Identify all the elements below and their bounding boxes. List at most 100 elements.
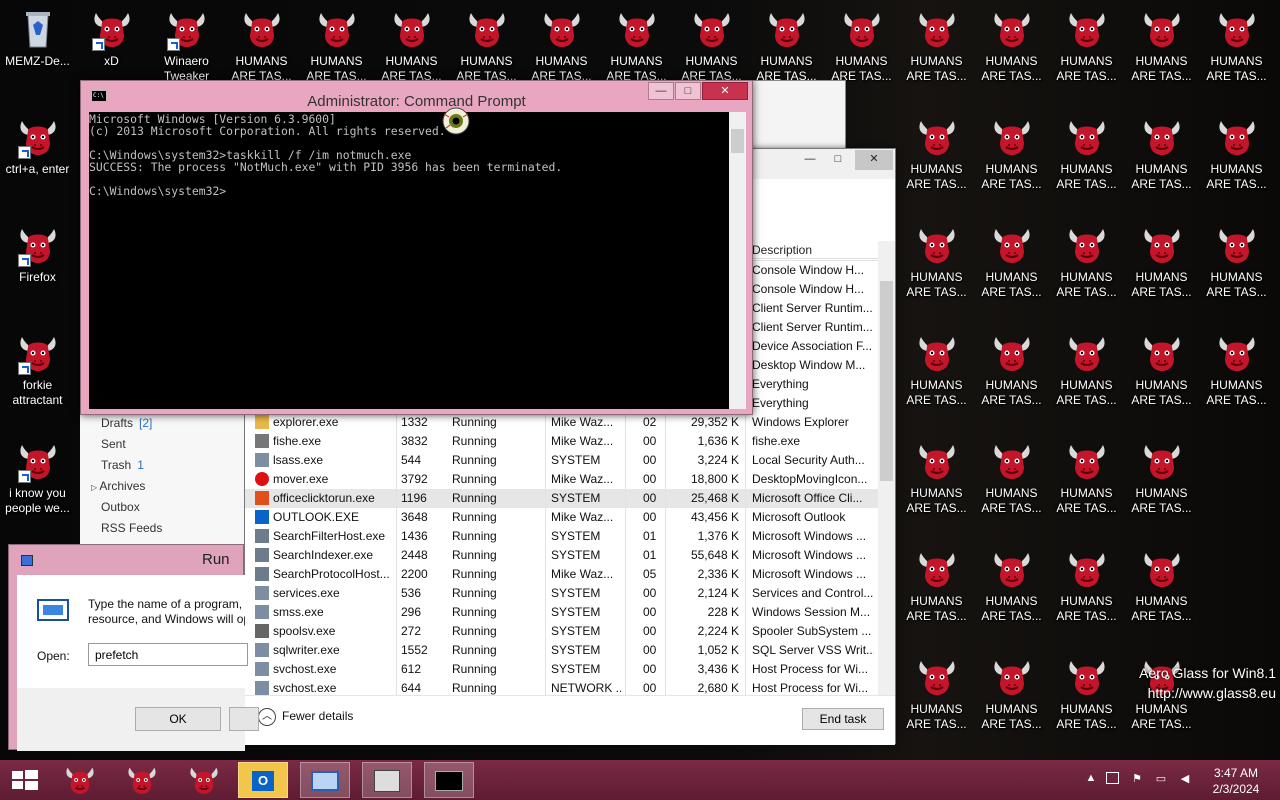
clock[interactable]: 3:47 AM 2/3/2024 xyxy=(1206,765,1266,797)
taskbar-command-prompt-icon[interactable] xyxy=(424,762,474,798)
folder-item[interactable]: ▷ Archives xyxy=(91,479,153,493)
desktop-icon-humans[interactable]: HUMANS ARE TAS... xyxy=(1199,115,1274,192)
desktop-icon-humans[interactable]: HUMANS ARE TAS... xyxy=(899,655,974,732)
desktop-icon[interactable]: Winaero Tweaker xyxy=(149,7,224,84)
scrollbar-thumb[interactable] xyxy=(880,281,893,481)
folder-item[interactable]: Trash 1 xyxy=(101,458,144,472)
table-row[interactable]: officeclicktorun.exe 1196 Running SYSTEM 00 2… xyxy=(245,489,883,508)
folder-item[interactable]: Outbox xyxy=(101,500,146,514)
taskbar-run-dialog-icon[interactable] xyxy=(300,762,350,798)
minimize-button[interactable]: — xyxy=(648,82,674,100)
desktop-icon-humans[interactable]: HUMANS ARE TAS... xyxy=(1049,115,1124,192)
desktop-icon-humans[interactable]: HUMANS ARE TAS... xyxy=(599,7,674,84)
desktop-icon-humans[interactable]: HUMANS ARE TAS... xyxy=(1124,331,1199,408)
maximize-button[interactable]: □ xyxy=(825,150,851,170)
close-button[interactable]: ✕ xyxy=(855,150,893,170)
desktop-icon[interactable]: Firefox xyxy=(0,223,75,285)
desktop-icon-humans[interactable]: HUMANS ARE TAS... xyxy=(299,7,374,84)
desktop-icon-humans[interactable]: HUMANS ARE TAS... xyxy=(974,223,1049,300)
desktop-icon-humans[interactable]: HUMANS ARE TAS... xyxy=(449,7,524,84)
desktop-icon-humans[interactable]: HUMANS ARE TAS... xyxy=(899,331,974,408)
desktop-icon-humans[interactable]: HUMANS ARE TAS... xyxy=(899,7,974,84)
console-output[interactable]: Microsoft Windows [Version 6.3.9600] (c)… xyxy=(89,112,746,409)
desktop-icon-humans[interactable]: HUMANS ARE TAS... xyxy=(824,7,899,84)
desktop-icon-humans[interactable]: HUMANS ARE TAS... xyxy=(1124,439,1199,516)
desktop-icon-humans[interactable]: HUMANS ARE TAS... xyxy=(974,115,1049,192)
scrollbar-thumb[interactable] xyxy=(731,129,744,153)
desktop-icon-humans[interactable]: HUMANS ARE TAS... xyxy=(899,547,974,624)
desktop-icon-humans[interactable]: HUMANS ARE TAS... xyxy=(374,7,449,84)
taskbar-bull-app-3-icon[interactable] xyxy=(179,762,229,798)
desktop-icon[interactable]: i know you people we... xyxy=(0,439,75,516)
table-row[interactable]: SearchIndexer.exe 2448 Running SYSTEM 01 55,6… xyxy=(245,546,883,565)
desktop-icon[interactable]: MEMZ-De... xyxy=(0,7,75,69)
close-button[interactable]: ✕ xyxy=(702,82,748,100)
folder-item[interactable]: Sent xyxy=(101,437,132,451)
open-input[interactable] xyxy=(88,643,248,666)
desktop-icon-humans[interactable]: HUMANS ARE TAS... xyxy=(974,439,1049,516)
table-row[interactable]: SearchFilterHost.exe 1436 Running SYSTEM 01 1… xyxy=(245,527,883,546)
table-row[interactable]: explorer.exe 1332 Running Mike Waz... 02 29,3… xyxy=(245,413,883,432)
desktop-icon-humans[interactable]: HUMANS ARE TAS... xyxy=(1199,331,1274,408)
desktop-icon-humans[interactable]: HUMANS ARE TAS... xyxy=(974,331,1049,408)
desktop-icon-humans[interactable]: HUMANS ARE TAS... xyxy=(899,115,974,192)
desktop-icon-humans[interactable]: HUMANS ARE TAS... xyxy=(974,547,1049,624)
run-dialog[interactable]: Run Type the name of a program, f resour… xyxy=(8,544,259,751)
table-row[interactable]: mover.exe 3792 Running Mike Waz... 00 18,800 … xyxy=(245,470,883,489)
desktop-icon-humans[interactable]: HUMANS ARE TAS... xyxy=(1049,655,1124,732)
maximize-button[interactable]: □ xyxy=(675,82,701,100)
taskbar-start-icon[interactable] xyxy=(0,762,50,798)
table-row[interactable]: sqlwriter.exe 1552 Running SYSTEM 00 1,052 K S… xyxy=(245,641,883,660)
desktop-icon-humans[interactable]: HUMANS ARE TAS... xyxy=(1124,7,1199,84)
show-hidden-icons-icon[interactable]: ▲ xyxy=(1084,772,1098,786)
desktop-icon-humans[interactable]: HUMANS ARE TAS... xyxy=(899,223,974,300)
desktop-icon-humans[interactable]: HUMANS ARE TAS... xyxy=(749,7,824,84)
desktop-icon-humans[interactable]: HUMANS ARE TAS... xyxy=(1049,223,1124,300)
table-row[interactable]: fishe.exe 3832 Running Mike Waz... 00 1,636 K… xyxy=(245,432,883,451)
folder-item[interactable]: RSS Feeds xyxy=(101,521,168,535)
desktop-icon-humans[interactable]: HUMANS ARE TAS... xyxy=(1124,547,1199,624)
desktop-icon-humans[interactable]: HUMANS ARE TAS... xyxy=(899,439,974,516)
cancel-button[interactable] xyxy=(229,707,259,731)
table-row[interactable]: SearchProtocolHost... 2200 Running Mike Waz… xyxy=(245,565,883,584)
command-prompt-window[interactable]: C:\ Administrator: Command Prompt — □ ✕ … xyxy=(80,80,753,415)
ok-button[interactable]: OK xyxy=(135,707,221,731)
taskbar-bull-app-1-icon[interactable] xyxy=(55,762,105,798)
desktop-icon-humans[interactable]: HUMANS ARE TAS... xyxy=(674,7,749,84)
desktop-icon-humans[interactable]: HUMANS ARE TAS... xyxy=(974,7,1049,84)
console-text[interactable]: Microsoft Windows [Version 6.3.9600] (c)… xyxy=(89,113,729,197)
network-icon[interactable] xyxy=(1106,772,1119,784)
end-task-button[interactable]: End task xyxy=(802,708,884,730)
vertical-scrollbar[interactable] xyxy=(729,112,746,409)
volume-muted-icon[interactable]: ◀ xyxy=(1178,772,1192,786)
action-center-flag-icon[interactable]: ⚑ xyxy=(1130,772,1144,786)
fewer-details-button[interactable]: ︿ Fewer details xyxy=(258,708,353,726)
table-row[interactable]: services.exe 536 Running SYSTEM 00 2,124 K Ser… xyxy=(245,584,883,603)
desktop-icon[interactable]: forkie attractant xyxy=(0,331,75,408)
desktop-icon[interactable]: xD xyxy=(74,7,149,69)
taskbar-bull-app-2-icon[interactable] xyxy=(117,762,167,798)
desktop-icon[interactable]: ctrl+a, enter xyxy=(0,115,75,177)
column-header-description[interactable]: Description xyxy=(752,243,812,257)
desktop-icon-humans[interactable]: HUMANS ARE TAS... xyxy=(524,7,599,84)
monitor-icon[interactable]: ▭ xyxy=(1154,772,1168,786)
minimize-button[interactable]: — xyxy=(797,150,823,170)
vertical-scrollbar[interactable] xyxy=(878,241,895,695)
desktop-icon-humans[interactable]: HUMANS ARE TAS... xyxy=(1049,439,1124,516)
explorer-window-back[interactable] xyxy=(748,80,846,155)
desktop-icon-humans[interactable]: HUMANS ARE TAS... xyxy=(1049,7,1124,84)
desktop-icon-humans[interactable]: HUMANS ARE TAS... xyxy=(1124,115,1199,192)
taskbar-outlook-icon[interactable]: O xyxy=(238,762,288,798)
desktop-icon-humans[interactable]: HUMANS ARE TAS... xyxy=(224,7,299,84)
desktop-icon-humans[interactable]: HUMANS ARE TAS... xyxy=(974,655,1049,732)
table-row[interactable]: smss.exe 296 Running SYSTEM 00 228 K Windows S… xyxy=(245,603,883,622)
desktop-icon-humans[interactable]: HUMANS ARE TAS... xyxy=(1049,547,1124,624)
folder-item[interactable]: Drafts [2] xyxy=(101,416,152,430)
desktop-icon-humans[interactable]: HUMANS ARE TAS... xyxy=(1124,223,1199,300)
desktop-icon-humans[interactable]: HUMANS ARE TAS... xyxy=(1049,331,1124,408)
desktop-icon-humans[interactable]: HUMANS ARE TAS... xyxy=(1199,223,1274,300)
table-row[interactable]: spoolsv.exe 272 Running SYSTEM 00 2,224 K Spoo… xyxy=(245,622,883,641)
desktop-icon-humans[interactable]: HUMANS ARE TAS... xyxy=(1199,7,1274,84)
table-row[interactable]: lsass.exe 544 Running SYSTEM 00 3,224 K Local … xyxy=(245,451,883,470)
table-row[interactable]: svchost.exe 612 Running SYSTEM 00 3,436 K Host… xyxy=(245,660,883,679)
